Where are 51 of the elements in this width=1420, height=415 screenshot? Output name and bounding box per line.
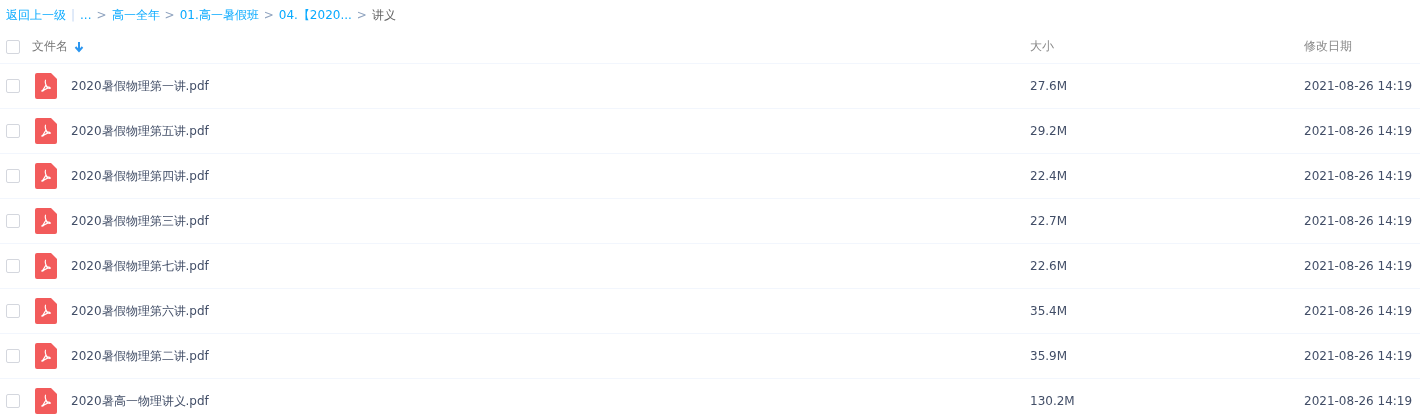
- file-name-link[interactable]: 2020暑假物理第七讲.pdf: [71, 257, 209, 275]
- file-size: 22.7M: [1030, 214, 1068, 228]
- column-header[interactable]: 修改日期: [1304, 38, 1352, 55]
- pdf-file-icon: [35, 118, 57, 144]
- modified-date: 2021-08-26 14:19: [1304, 304, 1413, 318]
- breadcrumb-separator: >: [164, 8, 175, 22]
- pdf-file-icon: [35, 253, 57, 279]
- modified-date: 2021-08-26 14:19: [1304, 79, 1413, 93]
- file-size: 27.6M: [1030, 79, 1068, 93]
- column-header[interactable]: 文件名: [32, 38, 68, 55]
- pdf-file-icon: [35, 163, 57, 189]
- file-size: 35.4M: [1030, 304, 1068, 318]
- file-size: 22.6M: [1030, 259, 1068, 273]
- breadcrumb-separator: >: [356, 8, 367, 22]
- file-name-link[interactable]: 2020暑假物理第二讲.pdf: [71, 347, 209, 365]
- file-name-link[interactable]: 2020暑假物理第四讲.pdf: [71, 167, 209, 185]
- column-header[interactable]: 大小: [1030, 38, 1054, 55]
- checkbox[interactable]: [6, 259, 20, 273]
- modified-date: 2021-08-26 14:19: [1304, 349, 1413, 363]
- breadcrumb-separator: >: [96, 8, 107, 22]
- modified-date: 2021-08-26 14:19: [1304, 259, 1413, 273]
- checkbox[interactable]: [6, 214, 20, 228]
- checkbox[interactable]: [6, 394, 20, 408]
- file-name-link[interactable]: 2020暑假物理第六讲.pdf: [71, 302, 209, 320]
- pdf-file-icon: [35, 208, 57, 234]
- file-name-link[interactable]: 2020暑假物理第一讲.pdf: [71, 77, 209, 95]
- pdf-file-icon: [35, 388, 57, 414]
- checkbox[interactable]: [6, 39, 20, 54]
- file-size: 130.2M: [1030, 394, 1075, 408]
- pdf-file-icon: [35, 298, 57, 324]
- pdf-file-icon: [35, 343, 57, 369]
- checkbox[interactable]: [6, 304, 20, 318]
- breadcrumb-current: 讲义: [371, 6, 396, 24]
- file-size: 35.9M: [1030, 349, 1068, 363]
- breadcrumb-divider: |: [71, 8, 76, 22]
- file-size: 29.2M: [1030, 124, 1068, 138]
- checkbox[interactable]: [6, 169, 20, 183]
- file-name-link[interactable]: 2020暑高一物理讲义.pdf: [71, 392, 209, 410]
- modified-date: 2021-08-26 14:19: [1304, 214, 1413, 228]
- file-name-link[interactable]: 2020暑假物理第五讲.pdf: [71, 122, 209, 140]
- pdf-file-icon: [35, 73, 57, 99]
- file-name-link[interactable]: 2020暑假物理第三讲.pdf: [71, 212, 209, 230]
- checkbox[interactable]: [6, 79, 20, 93]
- checkbox[interactable]: [6, 349, 20, 363]
- modified-date: 2021-08-26 14:19: [1304, 124, 1413, 138]
- sort-down-icon[interactable]: [74, 40, 84, 53]
- file-size: 22.4M: [1030, 169, 1068, 183]
- checkbox[interactable]: [6, 124, 20, 138]
- breadcrumb-separator: >: [263, 8, 274, 22]
- modified-date: 2021-08-26 14:19: [1304, 394, 1413, 408]
- modified-date: 2021-08-26 14:19: [1304, 169, 1413, 183]
